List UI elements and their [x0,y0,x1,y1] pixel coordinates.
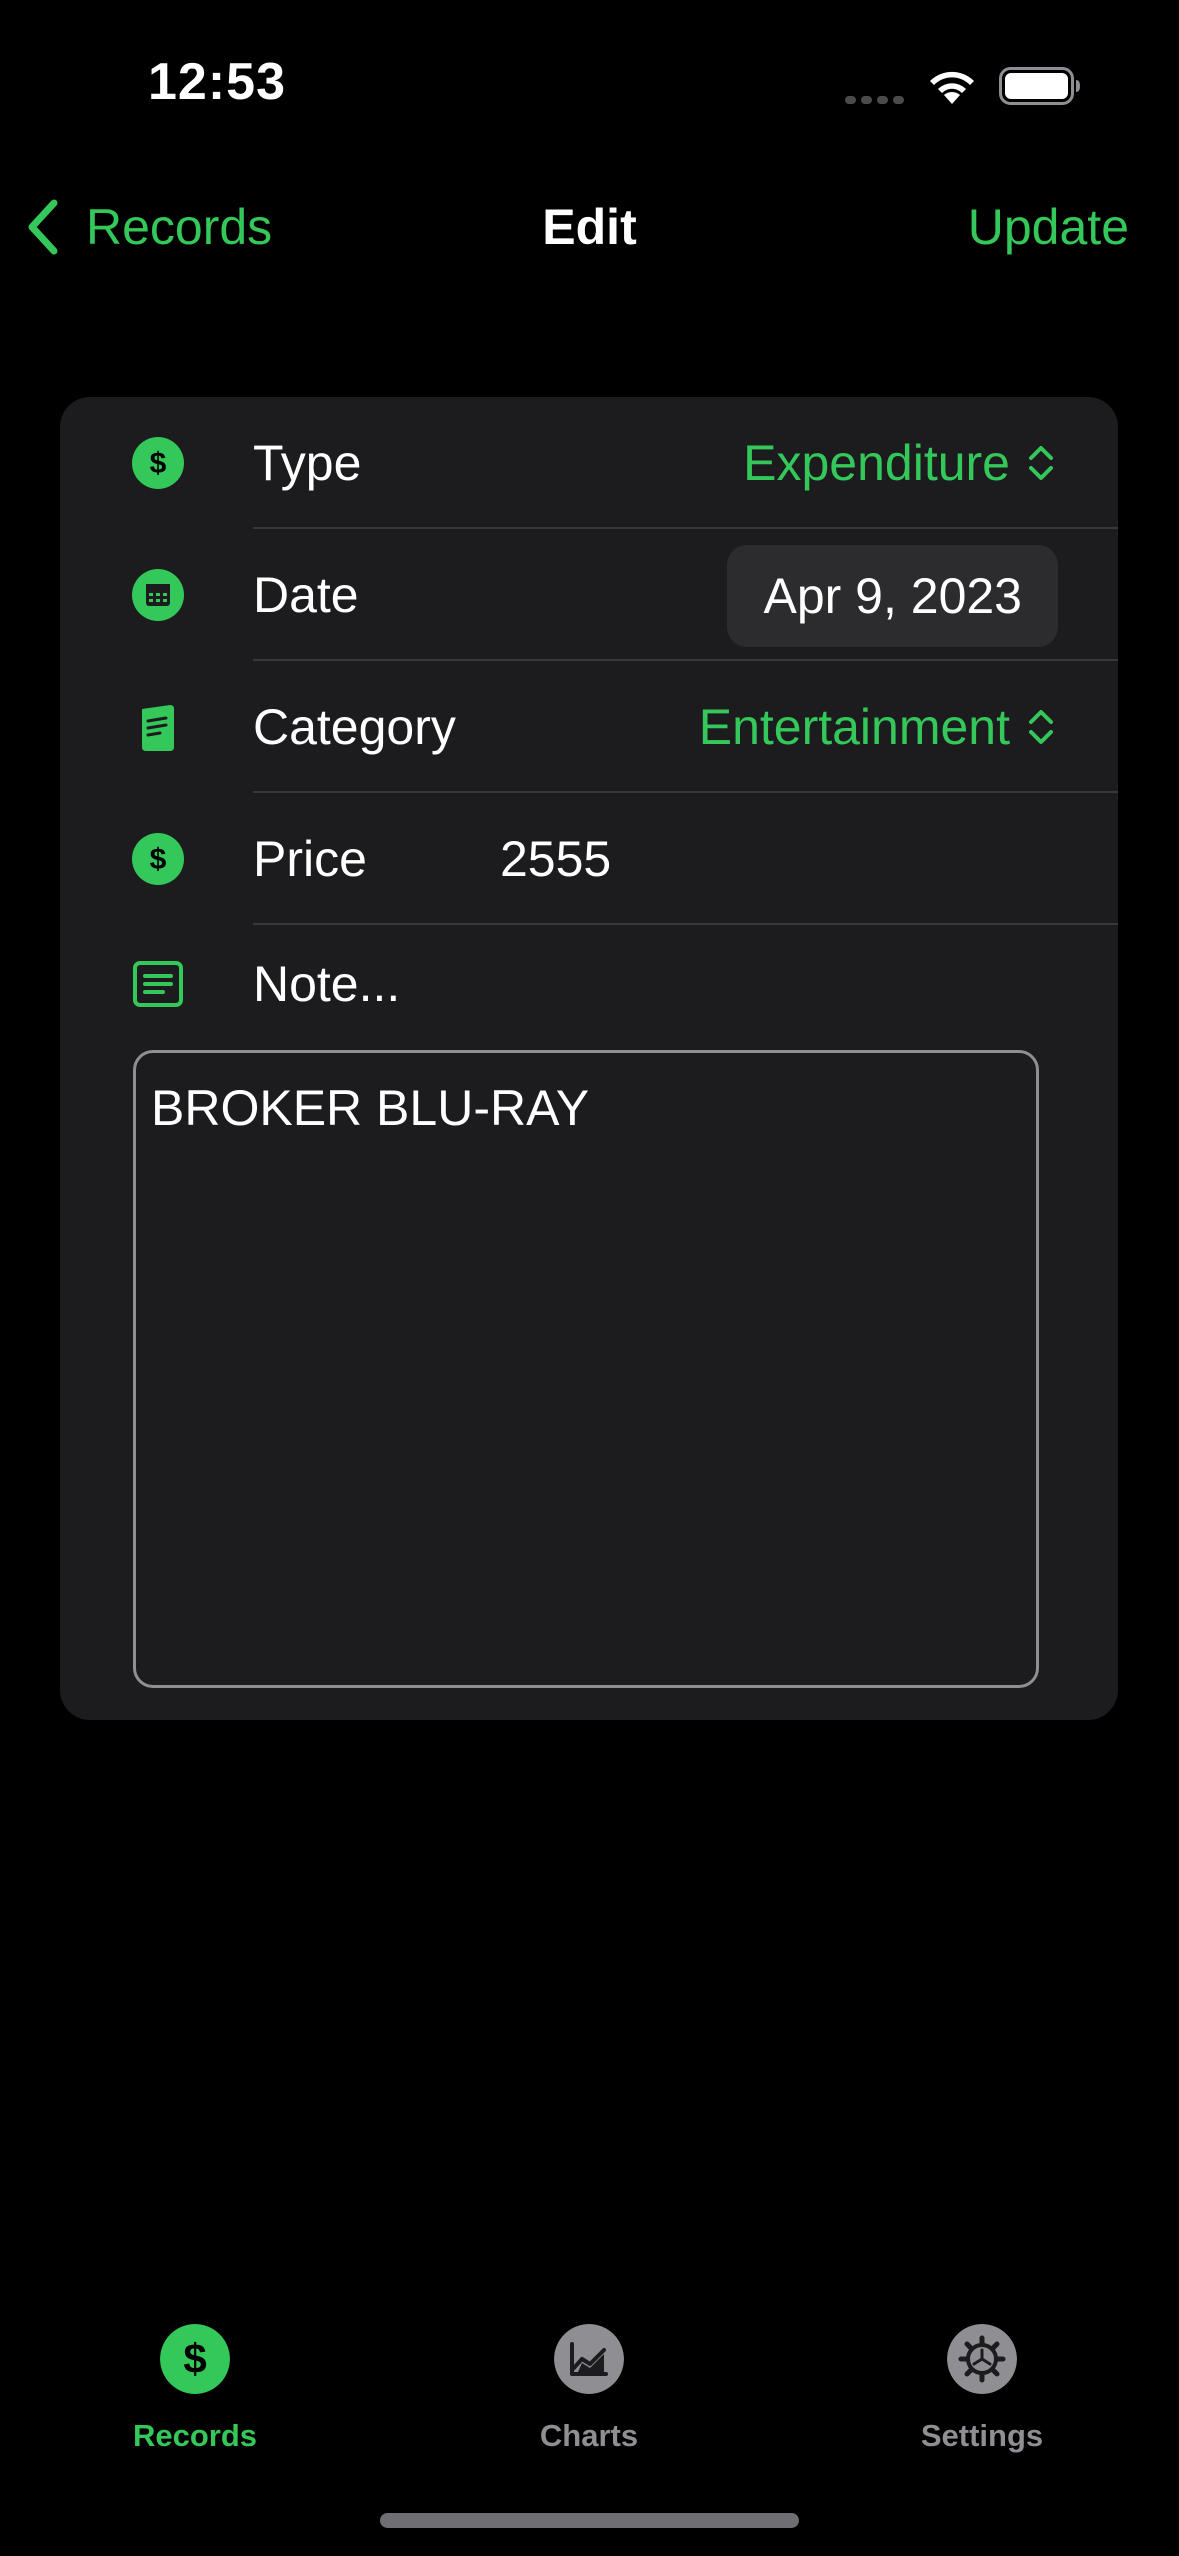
calendar-icon [132,569,184,621]
chevron-up-down-icon [1029,446,1053,480]
chart-icon [554,2324,624,2394]
home-indicator [380,2513,799,2528]
tab-settings[interactable]: Settings [852,2324,1112,2474]
date-label: Date [253,567,359,623]
price-label: Price [253,831,367,887]
date-picker[interactable]: Apr 9, 2023 [727,545,1058,647]
date-row: Date Apr 9, 2023 [60,529,1118,661]
cellular-signal-icon [845,96,905,104]
svg-text:$: $ [183,2335,206,2382]
type-value: Expenditure [743,435,1010,491]
status-bar: 12:53 [0,0,1179,170]
receipt-icon [142,705,174,751]
tab-charts[interactable]: Charts [459,2324,719,2474]
wifi-icon [930,71,974,104]
note-textarea[interactable]: BROKER BLU-RAY [133,1050,1039,1688]
svg-text:$: $ [150,447,167,480]
svg-text:$: $ [150,843,167,876]
price-input[interactable]: 2555 [500,793,611,925]
note-icon [133,961,183,1007]
tab-records[interactable]: $ Records [65,2324,325,2474]
dollar-circle-icon: $ [132,437,184,489]
tab-bar: $ Records Charts Settings [0,2310,1179,2490]
note-row: Note... [60,925,1118,1043]
category-row: Category Entertainment [60,661,1118,793]
type-label: Type [253,435,362,491]
battery-icon [999,67,1080,105]
type-picker[interactable]: Expenditure [743,397,1056,529]
tab-records-label: Records [132,2418,258,2453]
navigation-bar: Records Edit Update [0,170,1179,285]
type-row: $ Type Expenditure [60,397,1118,529]
category-label: Category [253,699,456,755]
category-picker[interactable]: Entertainment [699,661,1056,793]
category-value: Entertainment [698,699,1010,755]
gear-icon [947,2324,1017,2394]
dollar-icon: $ [160,2324,230,2394]
status-time: 12:53 [148,53,286,111]
edit-form-card: $ Type Expenditure Date Apr 9, 2023 Cate… [60,397,1118,1720]
dollar-circle-icon: $ [132,833,184,885]
chevron-up-down-icon [1029,710,1053,744]
tab-settings-label: Settings [920,2418,1044,2453]
update-button[interactable]: Update [968,192,1129,262]
note-label: Note... [253,956,401,1012]
tab-charts-label: Charts [539,2418,639,2453]
price-row: $ Price 2555 [60,793,1118,925]
